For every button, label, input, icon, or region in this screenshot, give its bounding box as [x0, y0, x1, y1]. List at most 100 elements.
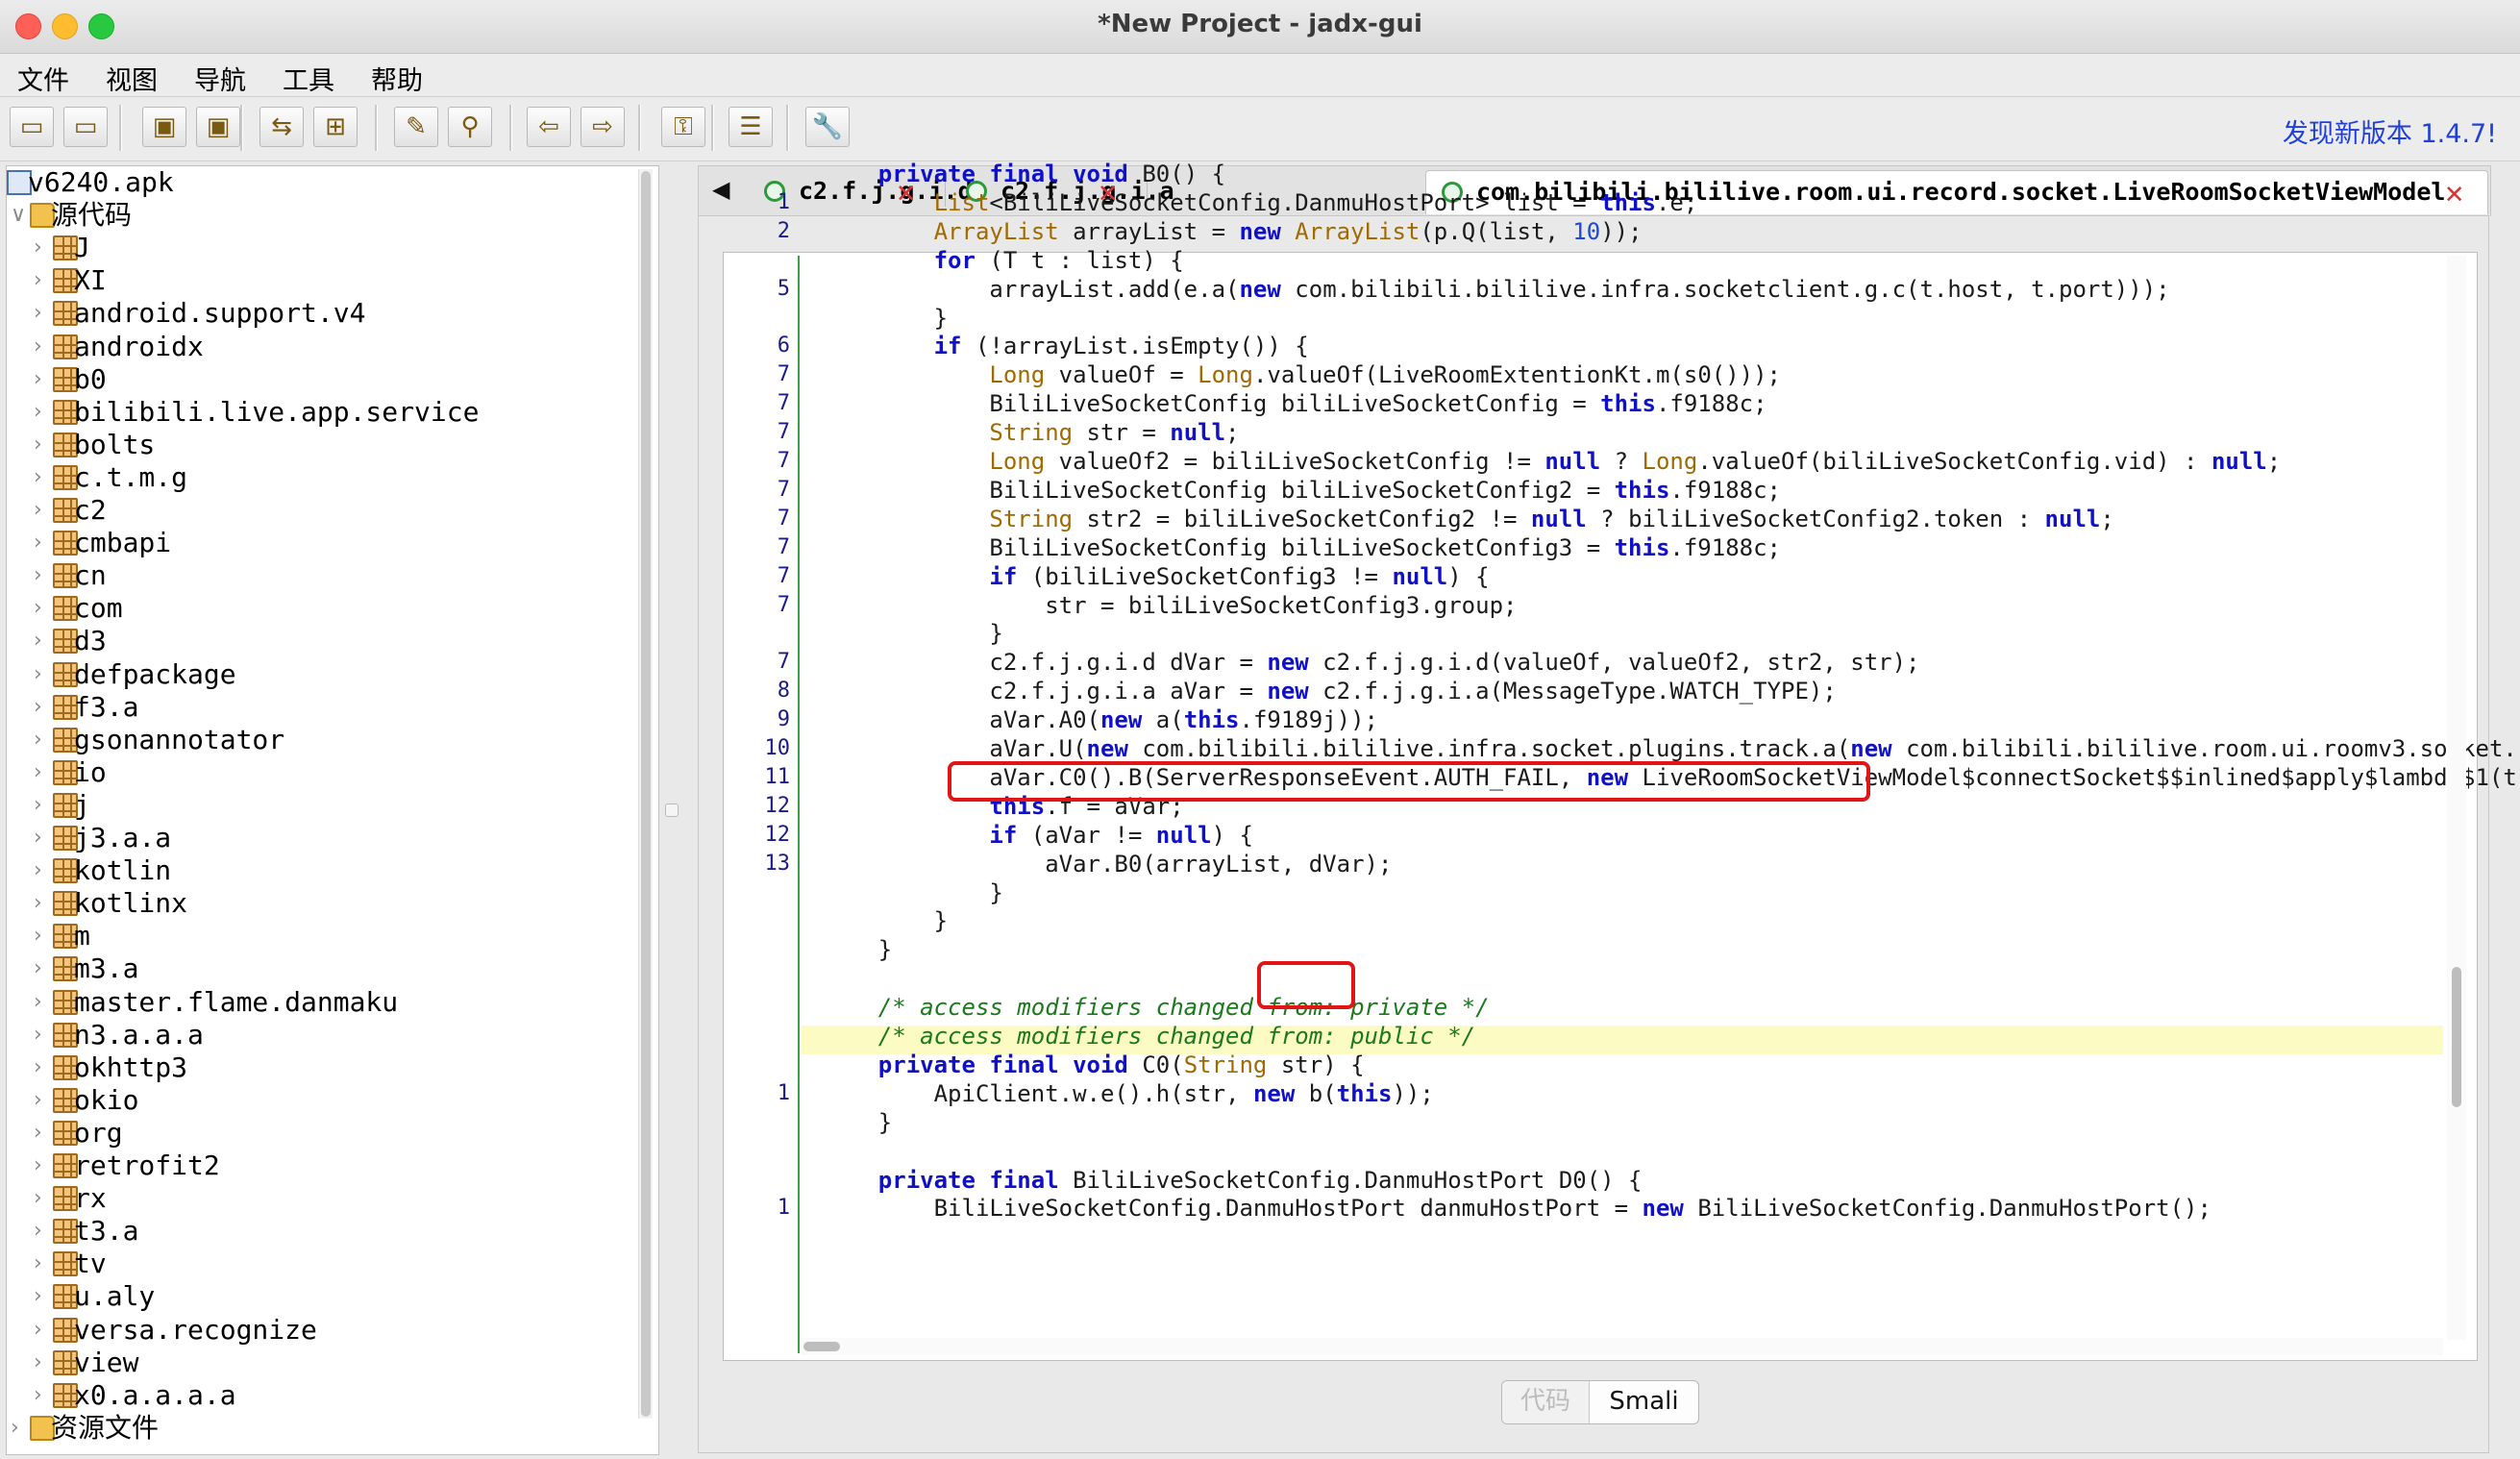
code-line[interactable]: for (T t : list) {	[823, 246, 1184, 275]
chevron-right-icon[interactable]: ›	[34, 527, 53, 559]
tree-scrollbar-thumb[interactable]	[641, 171, 651, 1417]
code-line[interactable]: ArrayList arrayList = new ArrayList(p.Q(…	[823, 217, 1643, 246]
tree-package-item[interactable]: › okio	[7, 1084, 631, 1117]
chevron-right-icon[interactable]: ›	[34, 1215, 53, 1248]
tree-package-item[interactable]: › f3.a	[7, 691, 631, 724]
code-line[interactable]: aVar.A0(new a(this.f9189j));	[823, 705, 1378, 734]
code-line[interactable]: ApiClient.w.e().h(str, new b(this));	[823, 1079, 1434, 1108]
chevron-right-icon[interactable]: ›	[34, 625, 53, 657]
open-file-button[interactable]: ▭	[10, 107, 54, 147]
chevron-right-icon[interactable]: ›	[34, 331, 53, 363]
tree-package-item[interactable]: › XI	[7, 264, 631, 297]
code-line[interactable]: aVar.U(new com.bilibili.bililive.infra.s…	[823, 734, 2516, 763]
menu-help[interactable]: 帮助	[371, 60, 423, 97]
forward-button[interactable]: ⇨	[581, 107, 625, 147]
tree-package-item[interactable]: › defpackage	[7, 658, 631, 691]
tree-package-item[interactable]: › d3	[7, 625, 631, 657]
tree-package-item[interactable]: › master.flame.danmaku	[7, 986, 631, 1019]
save-all-button[interactable]: ▣	[142, 107, 186, 147]
chevron-right-icon[interactable]: ›	[11, 1412, 30, 1445]
tree-package-item[interactable]: › t3.a	[7, 1215, 631, 1248]
code-line[interactable]: arrayList.add(e.a(new com.bilibili.bilil…	[823, 275, 2169, 304]
sync-tree-button[interactable]: ⇆	[259, 107, 304, 147]
tree-package-item[interactable]: › m	[7, 920, 631, 952]
chevron-right-icon[interactable]: ›	[34, 592, 53, 625]
tree-package-item[interactable]: › com	[7, 592, 631, 625]
tree-package-item[interactable]: › org	[7, 1117, 631, 1150]
chevron-right-icon[interactable]: ›	[34, 1117, 53, 1150]
tree-source-code[interactable]: ∨ 源代码	[7, 199, 631, 232]
code-line[interactable]: private final BiliLiveSocketConfig.Danmu…	[823, 1166, 1643, 1195]
code-line[interactable]: }	[823, 935, 892, 964]
decompile-all-button[interactable]: ⚿	[661, 107, 705, 147]
log-viewer-button[interactable]: ☰	[729, 107, 773, 147]
search-class-button[interactable]: ⚲	[448, 107, 492, 147]
flatten-packages-button[interactable]: ⊞	[313, 107, 358, 147]
tree-package-item[interactable]: › n3.a.a.a	[7, 1019, 631, 1051]
tree-package-item[interactable]: › versa.recognize	[7, 1314, 631, 1347]
chevron-right-icon[interactable]: ›	[34, 1248, 53, 1280]
chevron-right-icon[interactable]: ›	[34, 986, 53, 1019]
chevron-right-icon[interactable]: ›	[34, 1150, 53, 1182]
code-line[interactable]: if (biliLiveSocketConfig3 != null) {	[823, 562, 1489, 591]
code-line[interactable]: BiliLiveSocketConfig.DanmuHostPort danmu…	[823, 1194, 2211, 1223]
chevron-right-icon[interactable]: ›	[34, 494, 53, 527]
code-line[interactable]: if (aVar != null) {	[823, 821, 1253, 850]
new-version-link[interactable]: 发现新版本 1.4.7!	[2283, 112, 2497, 150]
code-line[interactable]: if (!arrayList.isEmpty()) {	[823, 332, 1309, 360]
chevron-right-icon[interactable]: ›	[34, 920, 53, 952]
chevron-down-icon[interactable]: ∨	[11, 199, 30, 232]
tree-package-item[interactable]: › cmbapi	[7, 527, 631, 559]
chevron-right-icon[interactable]: ›	[34, 461, 53, 494]
chevron-right-icon[interactable]: ›	[34, 363, 53, 396]
tree-scrollbar[interactable]	[638, 169, 653, 1419]
add-file-button[interactable]: ▭	[63, 107, 108, 147]
code-view-tab[interactable]: 代码	[1502, 1381, 1590, 1423]
tree-package-item[interactable]: › kotlin	[7, 854, 631, 887]
tree-package-item[interactable]: › bilibili.live.app.service	[7, 396, 631, 429]
code-line[interactable]: List<BiliLiveSocketConfig.DanmuHostPort>…	[823, 188, 1698, 217]
code-line[interactable]: String str = null;	[823, 418, 1239, 447]
code-line[interactable]: }	[823, 1108, 892, 1137]
chevron-right-icon[interactable]: ›	[34, 559, 53, 592]
chevron-right-icon[interactable]: ›	[34, 1051, 53, 1084]
chevron-right-icon[interactable]: ›	[34, 1280, 53, 1313]
chevron-right-icon[interactable]: ›	[34, 429, 53, 461]
tree-package-item[interactable]: › b0	[7, 363, 631, 396]
code-line[interactable]: c2.f.j.g.i.d dVar = new c2.f.j.g.i.d(val…	[823, 648, 1919, 677]
menu-view[interactable]: 视图	[106, 60, 158, 97]
chevron-right-icon[interactable]: ›	[34, 1347, 53, 1379]
tree-package-item[interactable]: › view	[7, 1347, 631, 1379]
chevron-right-icon[interactable]: ›	[34, 1084, 53, 1117]
menu-tools[interactable]: 工具	[283, 60, 334, 97]
code-line[interactable]: BiliLiveSocketConfig biliLiveSocketConfi…	[823, 389, 1766, 418]
tree-package-item[interactable]: › x0.a.a.a.a	[7, 1379, 631, 1412]
code-line[interactable]: Long valueOf = Long.valueOf(LiveRoomExte…	[823, 360, 1781, 389]
preferences-button[interactable]: 🔧	[805, 107, 850, 147]
tree-package-item[interactable]: › rx	[7, 1182, 631, 1215]
tree-package-item[interactable]: › J	[7, 232, 631, 264]
chevron-right-icon[interactable]: ›	[34, 854, 53, 887]
code-line[interactable]: private final void B0() {	[823, 160, 1225, 188]
chevron-right-icon[interactable]: ›	[34, 887, 53, 920]
code-line[interactable]: aVar.B0(arrayList, dVar);	[823, 850, 1392, 878]
chevron-right-icon[interactable]: ›	[34, 1182, 53, 1215]
code-line[interactable]: str = biliLiveSocketConfig3.group;	[823, 591, 1517, 620]
code-line[interactable]: BiliLiveSocketConfig biliLiveSocketConfi…	[823, 533, 1781, 562]
chevron-right-icon[interactable]: ›	[34, 1019, 53, 1051]
tree-package-item[interactable]: › kotlinx	[7, 887, 631, 920]
code-vertical-scrollbar[interactable]	[2447, 256, 2466, 1340]
tree-package-item[interactable]: › c.t.m.g	[7, 461, 631, 494]
code-line[interactable]: String str2 = biliLiveSocketConfig2 != n…	[823, 505, 2113, 533]
tree-package-item[interactable]: › cn	[7, 559, 631, 592]
tree-package-item[interactable]: › retrofit2	[7, 1150, 631, 1182]
splitter-handle[interactable]	[665, 804, 679, 817]
search-text-button[interactable]: ✎	[394, 107, 438, 147]
chevron-right-icon[interactable]: ›	[34, 1379, 53, 1412]
code-horizontal-scrollbar-thumb[interactable]	[803, 1342, 840, 1351]
chevron-right-icon[interactable]: ›	[34, 1314, 53, 1347]
code-line[interactable]: }	[823, 304, 948, 333]
back-button[interactable]: ⇦	[527, 107, 571, 147]
code-horizontal-scrollbar[interactable]	[802, 1338, 2443, 1355]
tree-package-item[interactable]: › u.aly	[7, 1280, 631, 1313]
